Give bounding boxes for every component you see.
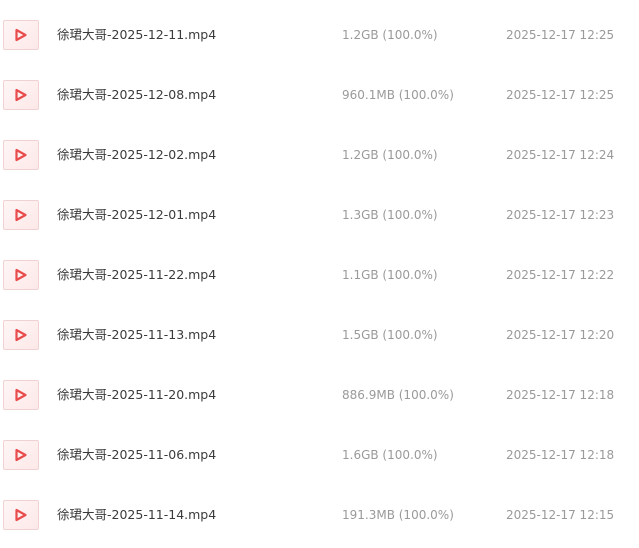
- video-play-icon: [3, 320, 39, 350]
- file-time: 2025-12-17 12:25: [506, 88, 615, 102]
- file-time: 2025-12-17 12:24: [506, 148, 615, 162]
- file-row[interactable]: 徐珺大哥-2025-11-06.mp4 1.6GB (100.0%) 2025-…: [0, 425, 639, 485]
- video-play-icon: [3, 260, 39, 290]
- video-play-icon: [3, 500, 39, 530]
- file-name[interactable]: 徐珺大哥-2025-11-14.mp4: [57, 507, 216, 523]
- file-row[interactable]: 徐珺大哥-2025-12-08.mp4 960.1MB (100.0%) 202…: [0, 65, 639, 125]
- file-time: 2025-12-17 12:18: [506, 388, 615, 402]
- file-size: 1.6GB (100.0%): [342, 448, 438, 462]
- file-time: 2025-12-17 12:25: [506, 28, 615, 42]
- file-name[interactable]: 徐珺大哥-2025-12-11.mp4: [57, 27, 216, 43]
- video-play-icon: [3, 380, 39, 410]
- file-size: 886.9MB (100.0%): [342, 388, 454, 402]
- file-name[interactable]: 徐珺大哥-2025-12-08.mp4: [57, 87, 216, 103]
- file-row[interactable]: 徐珺大哥-2025-11-22.mp4 1.1GB (100.0%) 2025-…: [0, 245, 639, 305]
- file-row[interactable]: 徐珺大哥-2025-11-14.mp4 191.3MB (100.0%) 202…: [0, 485, 639, 545]
- file-time: 2025-12-17 12:23: [506, 208, 615, 222]
- file-name[interactable]: 徐珺大哥-2025-11-20.mp4: [57, 387, 216, 403]
- file-row[interactable]: 徐珺大哥-2025-11-13.mp4 1.5GB (100.0%) 2025-…: [0, 305, 639, 365]
- file-list: 徐珺大哥-2025-12-11.mp4 1.2GB (100.0%) 2025-…: [0, 0, 639, 548]
- file-size: 1.3GB (100.0%): [342, 208, 438, 222]
- file-name[interactable]: 徐珺大哥-2025-11-06.mp4: [57, 447, 216, 463]
- file-size: 1.2GB (100.0%): [342, 28, 438, 42]
- video-play-icon: [3, 200, 39, 230]
- video-play-icon: [3, 80, 39, 110]
- file-size: 1.1GB (100.0%): [342, 268, 438, 282]
- file-name[interactable]: 徐珺大哥-2025-12-02.mp4: [57, 147, 216, 163]
- file-size: 960.1MB (100.0%): [342, 88, 454, 102]
- video-play-icon: [3, 20, 39, 50]
- file-size: 1.2GB (100.0%): [342, 148, 438, 162]
- video-play-icon: [3, 140, 39, 170]
- video-play-icon: [3, 440, 39, 470]
- file-size: 1.5GB (100.0%): [342, 328, 438, 342]
- file-row[interactable]: 徐珺大哥-2025-12-01.mp4 1.3GB (100.0%) 2025-…: [0, 185, 639, 245]
- file-row[interactable]: 徐珺大哥-2025-11-20.mp4 886.9MB (100.0%) 202…: [0, 365, 639, 425]
- file-name[interactable]: 徐珺大哥-2025-11-13.mp4: [57, 327, 216, 343]
- file-row[interactable]: 徐珺大哥-2025-12-02.mp4 1.2GB (100.0%) 2025-…: [0, 125, 639, 185]
- file-name[interactable]: 徐珺大哥-2025-11-22.mp4: [57, 267, 216, 283]
- file-name[interactable]: 徐珺大哥-2025-12-01.mp4: [57, 207, 216, 223]
- file-row[interactable]: 徐珺大哥-2025-12-11.mp4 1.2GB (100.0%) 2025-…: [0, 5, 639, 65]
- file-time: 2025-12-17 12:15: [506, 508, 615, 522]
- file-time: 2025-12-17 12:20: [506, 328, 615, 342]
- file-time: 2025-12-17 12:18: [506, 448, 615, 462]
- file-time: 2025-12-17 12:22: [506, 268, 615, 282]
- file-size: 191.3MB (100.0%): [342, 508, 454, 522]
